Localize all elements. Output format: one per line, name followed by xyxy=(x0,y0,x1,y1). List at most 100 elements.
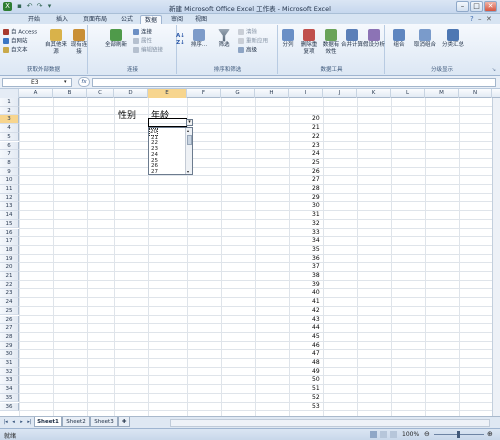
row-header-29[interactable]: 29 xyxy=(0,341,19,351)
cell-i34[interactable]: 51 xyxy=(312,385,320,392)
row-header-4[interactable]: 4 xyxy=(0,124,19,133)
cell-i4[interactable]: 21 xyxy=(312,124,320,131)
row-header-33[interactable]: 33 xyxy=(0,376,19,386)
row-header-21[interactable]: 21 xyxy=(0,272,19,281)
sheet-tab-2[interactable]: Sheet2 xyxy=(62,417,90,427)
column-header-g[interactable]: G xyxy=(221,89,255,98)
row-header-5[interactable]: 5 xyxy=(0,132,19,142)
cell-i18[interactable]: 35 xyxy=(312,246,320,253)
from-other-sources-button[interactable]: 自其他来源 xyxy=(44,29,68,56)
ungroup-button[interactable]: 取消组合 xyxy=(412,29,438,49)
group-button[interactable]: 组合 xyxy=(390,29,408,49)
formula-input[interactable] xyxy=(92,78,496,87)
cell-i6[interactable]: 23 xyxy=(312,142,320,149)
ribbon-minimize-icon[interactable]: – xyxy=(478,15,482,23)
reapply-button[interactable]: 重新应用 xyxy=(238,38,268,46)
cell-i5[interactable]: 22 xyxy=(312,133,320,140)
row-header-2[interactable]: 2 xyxy=(0,106,19,116)
row-header-20[interactable]: 20 xyxy=(0,263,19,272)
properties-button[interactable]: 属性 xyxy=(133,38,152,46)
row-header-10[interactable]: 10 xyxy=(0,176,19,185)
row-header-16[interactable]: 16 xyxy=(0,228,19,238)
column-header-i[interactable]: I xyxy=(289,89,323,98)
column-header-j[interactable]: J xyxy=(323,89,357,98)
sort-button[interactable]: 排序... xyxy=(188,29,210,49)
zoom-slider-thumb[interactable] xyxy=(457,431,460,438)
dropdown-scroll-thumb[interactable] xyxy=(187,135,192,145)
close-button[interactable]: ✕ xyxy=(484,1,497,12)
cell-i24[interactable]: 41 xyxy=(312,298,320,305)
prev-sheet-icon[interactable]: ◂ xyxy=(10,419,17,426)
select-all-corner[interactable] xyxy=(0,89,19,98)
row-header-6[interactable]: 6 xyxy=(0,141,19,151)
cell-i32[interactable]: 49 xyxy=(312,368,320,375)
existing-connections-button[interactable]: 现有连接 xyxy=(70,29,88,56)
cell-i27[interactable]: 44 xyxy=(312,324,320,331)
row-header-27[interactable]: 27 xyxy=(0,324,19,333)
column-header-c[interactable]: C xyxy=(87,89,114,98)
row-header-7[interactable]: 7 xyxy=(0,150,19,159)
insert-sheet-icon[interactable]: ✚ xyxy=(118,417,130,427)
dropdown-option[interactable]: 27 xyxy=(151,169,158,174)
column-header-b[interactable]: B xyxy=(53,89,87,98)
active-cell-e3[interactable] xyxy=(148,118,187,127)
cell-i10[interactable]: 27 xyxy=(312,176,320,183)
column-header-a[interactable]: A xyxy=(19,89,53,98)
cell-i11[interactable]: 28 xyxy=(312,185,320,192)
zoom-out-icon[interactable]: ⊖ xyxy=(424,430,430,438)
column-header-m[interactable]: M xyxy=(425,89,459,98)
cell-i28[interactable]: 45 xyxy=(312,333,320,340)
row-header-31[interactable]: 31 xyxy=(0,359,19,368)
cell-i17[interactable]: 34 xyxy=(312,237,320,244)
row-header-24[interactable]: 24 xyxy=(0,298,19,307)
tab-insert[interactable]: 插入 xyxy=(50,15,74,24)
cell-i36[interactable]: 53 xyxy=(312,403,320,410)
advanced-button[interactable]: 高级 xyxy=(238,47,257,55)
worksheet-grid[interactable]: 1 2 3 4 5 6 7 8 9 10 11 12 13 14 15 16 17 18 19 20 21 22 23 24 2… xyxy=(0,98,500,416)
name-box[interactable]: E3 xyxy=(2,78,72,87)
refresh-all-button[interactable]: 全部刷新 xyxy=(105,29,127,49)
what-if-analysis-button[interactable]: 假设分析 xyxy=(363,29,385,49)
consolidate-button[interactable]: 合并计算 xyxy=(341,29,363,49)
clear-button[interactable]: 清除 xyxy=(238,29,257,37)
tab-page-layout[interactable]: 页面布局 xyxy=(78,15,112,24)
column-header-d[interactable]: D xyxy=(114,89,148,98)
next-sheet-icon[interactable]: ▸ xyxy=(18,419,25,426)
row-header-17[interactable]: 17 xyxy=(0,237,19,246)
data-validation-button[interactable]: 数据有效性 xyxy=(321,29,341,56)
dialog-launcher-icon[interactable]: ↘ xyxy=(492,67,496,73)
first-sheet-icon[interactable]: |◂ xyxy=(2,419,9,426)
row-header-18[interactable]: 18 xyxy=(0,245,19,255)
zoom-in-icon[interactable]: ⊕ xyxy=(487,430,493,438)
column-header-h[interactable]: H xyxy=(255,89,289,98)
cell-i3[interactable]: 20 xyxy=(312,115,320,122)
row-header-28[interactable]: 28 xyxy=(0,332,19,342)
subtotal-button[interactable]: 分类汇总 xyxy=(440,29,466,49)
row-header-13[interactable]: 13 xyxy=(0,202,19,212)
remove-duplicates-button[interactable]: 删除重复项 xyxy=(299,29,319,56)
ribbon-close-icon[interactable]: ✕ xyxy=(486,15,492,23)
from-text-button[interactable]: 自文本 xyxy=(3,47,28,55)
tab-data[interactable]: 数据 xyxy=(140,15,162,24)
row-header-15[interactable]: 15 xyxy=(0,219,19,229)
page-layout-view-icon[interactable] xyxy=(380,431,387,438)
tab-home[interactable]: 开始 xyxy=(22,15,46,24)
row-header-34[interactable]: 34 xyxy=(0,385,19,394)
cell-i20[interactable]: 37 xyxy=(312,263,320,270)
cell-d2[interactable]: 性别 xyxy=(118,108,136,121)
cell-i26[interactable]: 43 xyxy=(312,316,320,323)
row-header-8[interactable]: 8 xyxy=(0,158,19,168)
cell-i7[interactable]: 24 xyxy=(312,150,320,157)
minimize-button[interactable]: – xyxy=(456,1,469,12)
maximize-button[interactable]: □ xyxy=(470,1,483,12)
cell-i21[interactable]: 38 xyxy=(312,272,320,279)
connections-button[interactable]: 连接 xyxy=(133,29,152,37)
column-header-n[interactable]: N xyxy=(459,89,492,98)
row-header-35[interactable]: 35 xyxy=(0,393,19,403)
cell-i12[interactable]: 29 xyxy=(312,194,320,201)
row-header-30[interactable]: 30 xyxy=(0,350,19,359)
zoom-level[interactable]: 100% xyxy=(402,431,419,438)
column-header-f[interactable]: F xyxy=(187,89,221,98)
last-sheet-icon[interactable]: ▸| xyxy=(26,419,33,426)
column-header-l[interactable]: L xyxy=(391,89,425,98)
